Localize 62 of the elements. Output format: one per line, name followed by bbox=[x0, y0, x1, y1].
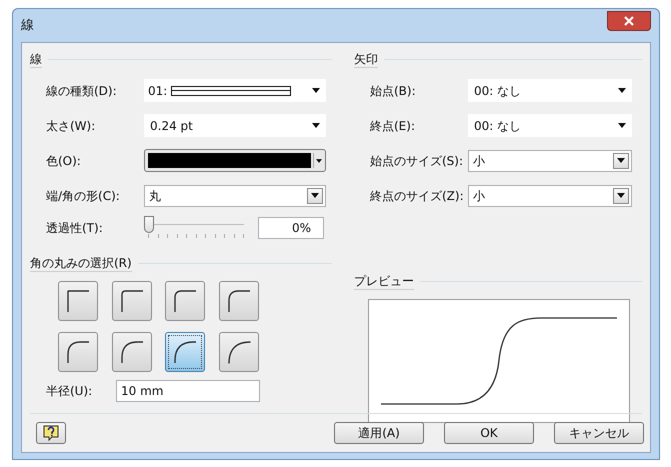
corner-icon bbox=[118, 339, 144, 365]
corner-button[interactable] bbox=[218, 332, 258, 372]
corner-button[interactable] bbox=[58, 332, 98, 372]
line-type-dropdown[interactable]: 01: bbox=[144, 79, 326, 102]
section-title: 角の丸みの選択(R) bbox=[30, 254, 132, 272]
corner-icon bbox=[65, 339, 91, 365]
section-title: 線 bbox=[30, 50, 42, 68]
corner-icon bbox=[65, 288, 91, 314]
dropdown-value: 0.24 pt bbox=[150, 118, 193, 134]
corner-icon bbox=[172, 339, 198, 365]
corner-button[interactable] bbox=[58, 281, 98, 321]
dropdown-arrow-icon[interactable] bbox=[312, 88, 320, 93]
field-label: 半径(U): bbox=[46, 383, 94, 400]
corner-button[interactable] bbox=[218, 281, 258, 321]
field-label: 色(O): bbox=[46, 152, 82, 170]
dropdown-value: 00: なし bbox=[474, 118, 522, 134]
combo-value: 小 bbox=[473, 152, 485, 170]
dropdown[interactable]: 00: なし bbox=[468, 114, 632, 137]
corner-button[interactable] bbox=[165, 332, 205, 372]
field-label: 太さ(W): bbox=[46, 118, 96, 134]
slider-thumb[interactable] bbox=[144, 216, 154, 233]
help-button[interactable] bbox=[36, 422, 66, 444]
corner-button[interactable] bbox=[165, 281, 205, 321]
field-label: 線の種類(D): bbox=[46, 82, 118, 100]
corner-icon bbox=[226, 339, 252, 365]
dropdown-value: 01: bbox=[148, 82, 168, 100]
field-label: 始点(B): bbox=[370, 82, 417, 100]
corner-icon bbox=[226, 288, 252, 314]
close-button[interactable] bbox=[607, 10, 651, 30]
dialog-button[interactable]: キャンセル bbox=[554, 422, 644, 444]
field-label: 終点のサイズ(Z): bbox=[370, 188, 465, 204]
field-label: 端/角の形(C): bbox=[46, 188, 121, 204]
dropdown-value: 00: なし bbox=[474, 82, 522, 100]
color-dropdown[interactable] bbox=[144, 149, 326, 172]
dropdown-arrow-icon[interactable] bbox=[618, 123, 626, 128]
dropdown[interactable]: 0.24 pt bbox=[144, 114, 326, 137]
dropdown[interactable]: 00: なし bbox=[468, 79, 632, 102]
dialog-button[interactable]: OK bbox=[444, 422, 534, 444]
combo-value: 丸 bbox=[149, 188, 161, 204]
section-title: プレビュー bbox=[354, 272, 414, 290]
combo-box[interactable]: 小 bbox=[468, 150, 632, 172]
dropdown-arrow-icon[interactable] bbox=[618, 88, 626, 93]
dropdown-arrow-icon[interactable] bbox=[316, 158, 322, 162]
field-label: 終点(E): bbox=[370, 118, 416, 134]
close-icon bbox=[623, 16, 635, 26]
corner-icon bbox=[118, 288, 144, 314]
field-label: 始点のサイズ(S): bbox=[370, 152, 464, 170]
corner-button[interactable] bbox=[112, 332, 152, 372]
corner-button[interactable] bbox=[112, 281, 152, 321]
window-title: 線 bbox=[21, 16, 34, 35]
combo-value: 小 bbox=[473, 188, 485, 204]
dialog-button[interactable]: 適用(A) bbox=[334, 422, 424, 444]
combo-box[interactable]: 丸 bbox=[144, 184, 326, 206]
help-icon bbox=[43, 425, 59, 441]
percent-field[interactable]: 0% bbox=[258, 217, 324, 239]
dropdown-arrow-icon[interactable] bbox=[312, 123, 320, 128]
section-title: 矢印 bbox=[354, 50, 378, 68]
combo-box[interactable]: 小 bbox=[468, 184, 632, 206]
line-sample-icon bbox=[171, 86, 292, 96]
radius-field[interactable]: 10 mm bbox=[116, 380, 260, 402]
field-label: 透過性(T): bbox=[46, 220, 104, 237]
corner-icon bbox=[172, 288, 198, 314]
